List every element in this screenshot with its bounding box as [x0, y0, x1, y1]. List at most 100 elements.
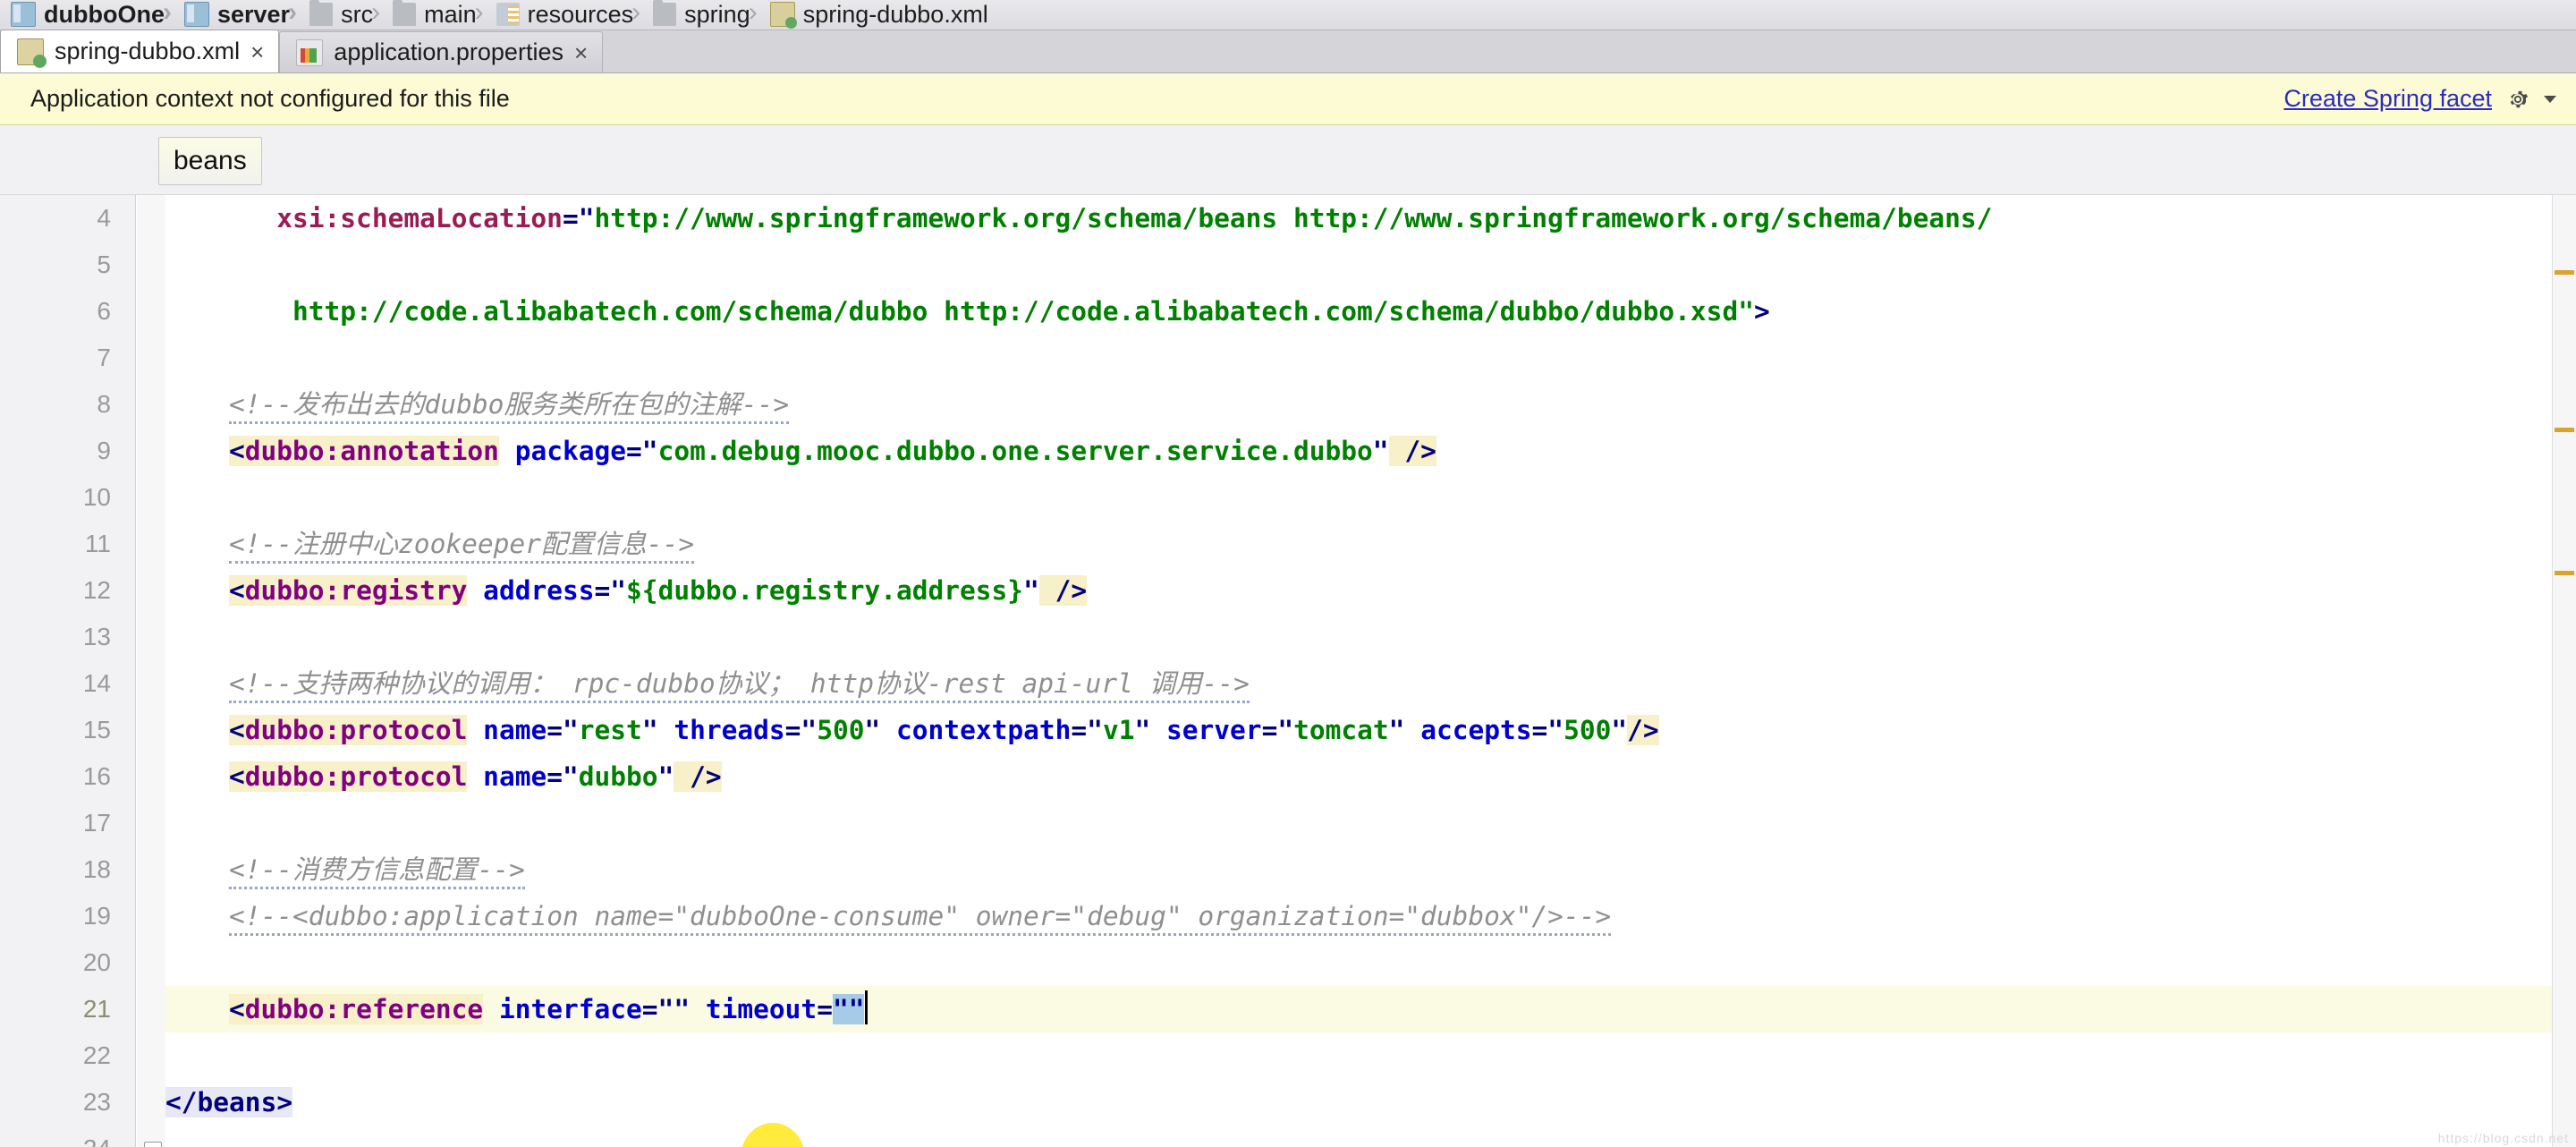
- breadcrumb-item-server[interactable]: server ›: [174, 0, 299, 30]
- line-number[interactable]: 8: [0, 381, 111, 428]
- create-spring-facet-link[interactable]: Create Spring facet: [2284, 85, 2492, 113]
- editor-tab-spring-dubbo-xml[interactable]: spring-dubbo.xml ×: [0, 30, 280, 72]
- line-number[interactable]: 6: [0, 288, 111, 335]
- code-line-content: <!--消费方信息配置-->: [229, 846, 525, 893]
- line-number[interactable]: 14: [0, 660, 111, 707]
- editor-tab-label: application.properties: [334, 38, 564, 65]
- code-line[interactable]: 6 http://code.alibabatech.com/schema/dubb…: [97, 288, 2553, 335]
- code-line[interactable]: 17: [83, 800, 2553, 846]
- gear-icon[interactable]: [2506, 88, 2529, 111]
- code-line[interactable]: 12 <dubbo:registry address="${dubbo.regis…: [83, 567, 2553, 614]
- breadcrumb-item-spring-dubbo-xml[interactable]: spring-dubbo.xml: [759, 0, 997, 30]
- code-line[interactable]: 14 <!--支持两种协议的调用： rpc-dubbo协议； http协议-res…: [83, 660, 2553, 707]
- line-number[interactable]: 15: [0, 707, 111, 753]
- breadcrumb-item-label: src: [341, 0, 374, 28]
- navigation-breadcrumb-bar: dubboOne › server › src › main › resources › sprin…: [0, 0, 2576, 30]
- token-eq: ": [1372, 436, 1389, 466]
- code-line[interactable]: 24: [83, 1126, 2553, 1147]
- caret-down-icon[interactable]: [2544, 95, 2556, 103]
- line-number[interactable]: 7: [0, 335, 111, 381]
- token-tag: />: [674, 761, 722, 792]
- code-line[interactable]: 21 <dubbo:reference interface="" timeout=…: [83, 986, 2553, 1032]
- token-eq: ": [1611, 715, 1628, 745]
- line-number[interactable]: 17: [0, 800, 111, 846]
- line-number[interactable]: 18: [0, 846, 111, 893]
- matching-tag: </beans>: [165, 1087, 293, 1117]
- code-line[interactable]: 16 <dubbo:protocol name="dubbo" />: [83, 753, 2553, 800]
- breadcrumb-item-resources[interactable]: resources ›: [486, 0, 643, 30]
- code-line[interactable]: 8 <!--发布出去的dubbo服务类所在包的注解-->: [97, 381, 2553, 428]
- code-line[interactable]: 18 <!--消费方信息配置-->: [83, 846, 2553, 893]
- line-number[interactable]: 13: [0, 614, 111, 660]
- line-number[interactable]: 9: [0, 428, 111, 474]
- code-line[interactable]: 22: [83, 1032, 2553, 1079]
- token-tag: <: [229, 575, 245, 606]
- line-number[interactable]: 19: [0, 893, 111, 939]
- breadcrumb-item-src[interactable]: src ›: [299, 0, 382, 30]
- token-attr: contextpath: [880, 715, 1072, 745]
- line-number[interactable]: 23: [0, 1079, 111, 1126]
- code-line-content: xsi:schemaLocation="http://www.springfra…: [276, 195, 1992, 242]
- token-eq: =": [626, 436, 658, 466]
- token-tag: >: [1753, 296, 1770, 327]
- code-editor[interactable]: − 4xsi:schemaLocation="http://www.spring…: [0, 195, 2576, 1147]
- token-val: tomcat: [1293, 715, 1389, 745]
- code-line-content: <dubbo:annotation package="com.debug.moo…: [229, 428, 1436, 474]
- line-number[interactable]: 12: [0, 567, 111, 614]
- code-text-area[interactable]: 4 xsi:schemaLocation="http://www.springfr…: [83, 195, 2553, 1147]
- line-number[interactable]: 10: [0, 474, 111, 521]
- code-line[interactable]: 10: [83, 474, 2553, 521]
- token-tagname: dubbo:protocol: [244, 715, 468, 745]
- breadcrumb-item-dubboone[interactable]: dubboOne ›: [0, 0, 174, 30]
- marker-gutter[interactable]: [2552, 195, 2576, 1147]
- close-icon[interactable]: ×: [250, 40, 264, 64]
- xml-breadcrumb-beans[interactable]: beans: [158, 137, 262, 185]
- code-line-content: <dubbo:reference interface="" timeout="": [229, 986, 869, 1032]
- text-caret: [865, 990, 869, 1024]
- code-line[interactable]: 7: [97, 335, 2553, 381]
- code-line-content: <!--<dubbo:application name="dubboOne-co…: [229, 893, 1612, 939]
- line-number[interactable]: 20: [0, 939, 111, 986]
- token-val: 500: [817, 715, 865, 745]
- token-val: dubbo: [578, 761, 658, 792]
- intellij-editor-window: dubboOne › server › src › main › resources › sprin…: [0, 0, 2576, 1147]
- breadcrumb-item-label: main: [424, 0, 477, 28]
- folder-icon: [653, 0, 677, 26]
- line-number[interactable]: 5: [0, 242, 111, 288]
- breadcrumb-item-label: server: [216, 0, 291, 28]
- breadcrumb-item-main[interactable]: main ›: [382, 0, 486, 30]
- code-line[interactable]: 9 <dubbo:annotation package="com.debug.mo…: [97, 428, 2553, 474]
- code-line[interactable]: 5: [97, 242, 2553, 288]
- token-comment: <!--发布出去的dubbo服务类所在包的注解-->: [229, 389, 790, 424]
- code-line[interactable]: 4 xsi:schemaLocation="http://www.springfr…: [97, 195, 2553, 242]
- code-folding-column[interactable]: −: [137, 195, 165, 1147]
- token-tag: <: [229, 436, 245, 466]
- code-line[interactable]: 13: [83, 614, 2553, 660]
- editor-tab-application-properties[interactable]: application.properties ×: [279, 31, 604, 72]
- line-number[interactable]: 24: [0, 1126, 111, 1147]
- code-line[interactable]: 11 <!--注册中心zookeeper配置信息-->: [85, 521, 2553, 567]
- token-val: v1: [1102, 715, 1135, 745]
- token-eq: =": [1071, 715, 1103, 745]
- line-number[interactable]: 11: [0, 521, 111, 567]
- spring-context-banner: Application context not configured for t…: [0, 73, 2576, 125]
- token-eq: =: [817, 994, 833, 1024]
- line-number[interactable]: 21: [0, 986, 111, 1032]
- fold-handle-icon[interactable]: −: [144, 1142, 162, 1147]
- code-line[interactable]: 15 <dubbo:protocol name="rest" threads="5…: [83, 707, 2553, 753]
- line-number[interactable]: 4: [0, 195, 111, 242]
- code-line[interactable]: 23 </beans>: [83, 1079, 2553, 1126]
- close-icon[interactable]: ×: [574, 41, 588, 64]
- line-number[interactable]: 22: [0, 1032, 111, 1079]
- code-line[interactable]: 19 <!--<dubbo:application name="dubboOne-…: [83, 893, 2553, 939]
- banner-actions: Create Spring facet: [2284, 85, 2556, 113]
- code-line[interactable]: 20: [83, 939, 2553, 986]
- line-number[interactable]: 16: [0, 753, 111, 800]
- token-tagname: dubbo:registry: [244, 575, 468, 606]
- token-eq: ": [1023, 575, 1039, 606]
- token-eq: =": [562, 203, 595, 234]
- watermark: https://blog.csdn.net: [2437, 1131, 2569, 1145]
- breadcrumb-item-label: resources: [527, 0, 634, 28]
- token-attr: address: [467, 575, 595, 606]
- breadcrumb-item-spring[interactable]: spring ›: [642, 0, 759, 30]
